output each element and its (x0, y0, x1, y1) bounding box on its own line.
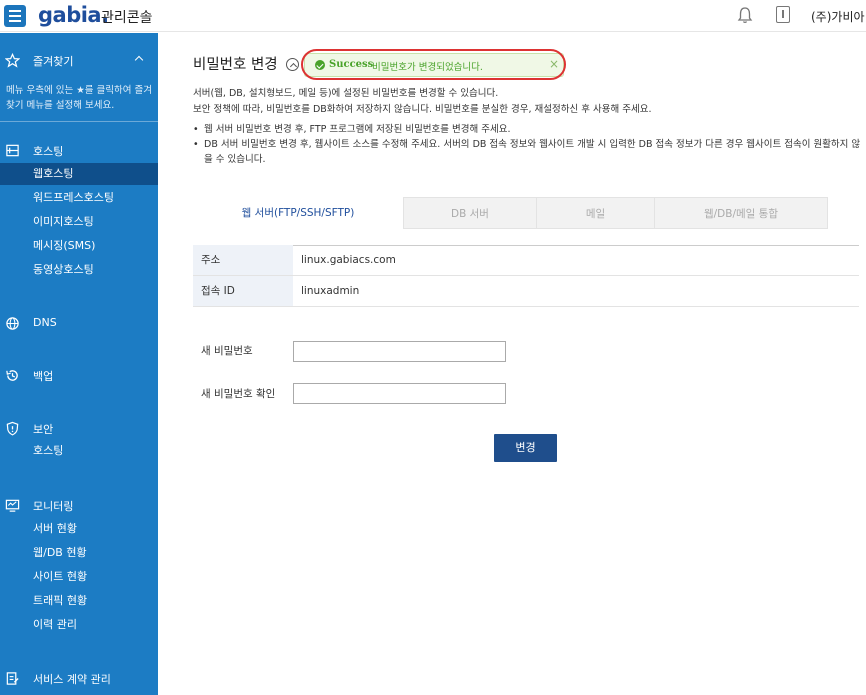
confirm-password-label: 새 비밀번호 확인 (201, 388, 276, 400)
sidebar-item-wordpress-hosting[interactable]: 워드프레스호스팅 (0, 187, 158, 209)
description-line: 보안 정책에 따라, 비밀번호를 DB화하여 저장하지 않습니다. 비밀번호를 … (193, 104, 652, 115)
server-tabs: 웹 서버(FTP/SSH/SFTP) DB 서버 메일 웹/DB/메일 통합 (193, 197, 828, 229)
gabia-logo[interactable]: gabia. (38, 3, 109, 27)
sidebar-label: 모니터링 (33, 500, 74, 513)
chevron-up-icon[interactable] (134, 55, 144, 65)
sidebar-item-messaging[interactable]: 메시징(SMS) (0, 235, 158, 257)
sidebar-item-site-status[interactable]: 사이트 현황 (0, 566, 158, 588)
top-bar: gabia. 관리콘솔 (주)가비아 (0, 0, 866, 32)
notice-bullet: • 웹 서버 비밀번호 변경 후, FTP 프로그램에 저장된 비밀번호를 변경해… (193, 122, 861, 137)
sidebar-item-traffic-status[interactable]: 트래픽 현황 (0, 590, 158, 612)
tab-web-server[interactable]: 웹 서버(FTP/SSH/SFTP) (193, 197, 403, 229)
shield-icon (6, 421, 19, 436)
main-content: 비밀번호 변경 Success 비밀번호가 변경되었습니다. × 서버(웹, D… (158, 33, 866, 695)
change-button[interactable]: 변경 (494, 434, 557, 462)
tab-db-server[interactable]: DB 서버 (403, 197, 537, 229)
account-info-table: 주소 linux.gabiacs.com 접속 ID linuxadmin (193, 245, 859, 307)
sidebar-item-security-hosting[interactable]: 호스팅 (0, 440, 158, 462)
new-password-field[interactable] (293, 341, 506, 362)
sidebar-label: 즐겨찾기 (33, 55, 74, 68)
divider (0, 121, 158, 122)
sidebar-item-web-db-status[interactable]: 웹/DB 현황 (0, 542, 158, 564)
info-key: 주소 (193, 245, 293, 275)
sidebar-label: 호스팅 (33, 145, 64, 158)
notice-text: 웹 서버 비밀번호 변경 후, FTP 프로그램에 저장된 비밀번호를 변경해 … (204, 124, 511, 135)
sidebar-item-history[interactable]: 이력 관리 (0, 614, 158, 636)
highlight-ring (301, 49, 566, 80)
description-line: 서버(웹, DB, 설치형보드, 메일 등)에 설정된 비밀번호를 변경할 수 … (193, 88, 499, 99)
contract-icon (6, 672, 19, 685)
company-account-menu[interactable]: (주)가비아 (811, 8, 865, 25)
sidebar-label: DNS (33, 316, 57, 329)
server-icon (6, 144, 19, 157)
notice-icon[interactable] (776, 6, 790, 23)
sidebar-item-image-hosting[interactable]: 이미지호스팅 (0, 211, 158, 233)
console-title[interactable]: 관리콘솔 (101, 7, 153, 27)
collapse-toggle-icon[interactable] (286, 58, 299, 71)
favorites-description: 메뉴 우측에 있는 ★를 클릭하여 즐겨찾기 메뉴를 설정해 보세요. (6, 85, 152, 111)
tab-mail[interactable]: 메일 (537, 197, 655, 229)
info-value: linuxadmin (301, 285, 360, 297)
confirm-password-field[interactable] (293, 383, 506, 404)
backup-icon (6, 370, 18, 381)
sidebar-item-video-hosting[interactable]: 동영상호스팅 (0, 259, 158, 281)
table-row: 주소 linux.gabiacs.com (193, 245, 859, 276)
notice-text: DB 서버 비밀번호 변경 후, 웹사이트 소스를 수정해 주세요. 서버의 D… (204, 139, 861, 165)
page-title: 비밀번호 변경 (193, 57, 278, 73)
sidebar: 즐겨찾기 메뉴 우측에 있는 ★를 클릭하여 즐겨찾기 메뉴를 설정해 보세요.… (0, 33, 158, 695)
notice-bullet: • DB 서버 비밀번호 변경 후, 웹사이트 소스를 수정해 주세요. 서버의 … (193, 139, 861, 165)
sidebar-item-web-hosting[interactable]: 웹호스팅 (0, 163, 158, 185)
sidebar-label: 보안 (33, 423, 54, 436)
tab-integrated[interactable]: 웹/DB/메일 통합 (655, 197, 828, 229)
menu-icon[interactable] (4, 5, 26, 27)
star-icon (5, 53, 20, 68)
info-value: linux.gabiacs.com (301, 254, 396, 266)
new-password-label: 새 비밀번호 (201, 345, 253, 357)
sidebar-label: 백업 (33, 370, 54, 383)
globe-icon (6, 317, 19, 330)
table-row: 접속 ID linuxadmin (193, 276, 859, 307)
sidebar-label: 서비스 계약 관리 (33, 673, 111, 686)
info-key: 접속 ID (193, 276, 293, 306)
bell-icon[interactable] (737, 6, 753, 24)
sidebar-item-server-status[interactable]: 서버 현황 (0, 518, 158, 540)
monitor-icon (5, 499, 20, 512)
